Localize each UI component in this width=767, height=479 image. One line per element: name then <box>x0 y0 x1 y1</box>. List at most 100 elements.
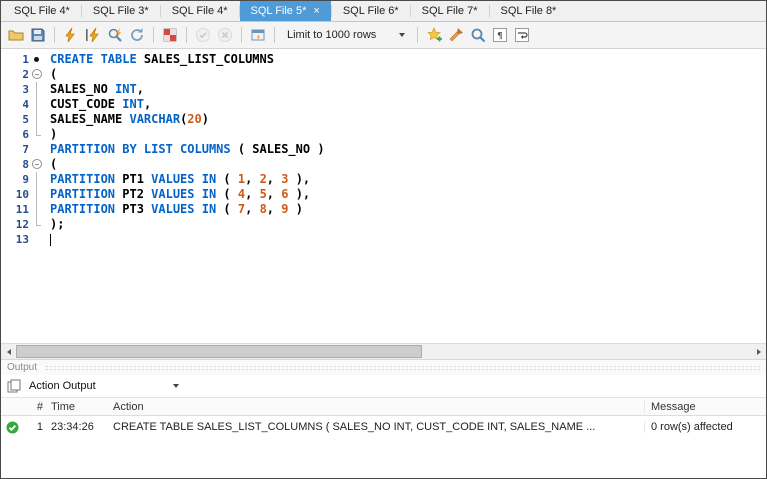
code-area[interactable]: 1 CREATE TABLE SALES_LIST_COLUMNS 2(3 SALES… <box>1 52 766 247</box>
gutter-marker <box>29 97 45 112</box>
execute-current-icon[interactable] <box>83 25 103 45</box>
line-number: 7 <box>22 143 29 156</box>
toolbar-separator <box>54 27 55 43</box>
toolbar-separator <box>186 27 187 43</box>
code-line-4[interactable]: 4 CUST_CODE INT, <box>1 97 766 112</box>
editor-toolbar: Limit to 1000 rows ¶ <box>1 22 766 49</box>
gutter-marker <box>29 112 45 127</box>
code-line-6[interactable]: 6) <box>1 127 766 142</box>
toolbar-separator <box>417 27 418 43</box>
right-arrow-icon <box>756 348 761 355</box>
output-panel-header: Output <box>1 359 766 375</box>
horizontal-scrollbar[interactable] <box>1 343 766 359</box>
line-number: 4 <box>22 98 29 111</box>
tab-sql-file-3-1[interactable]: SQL File 3* <box>82 1 160 21</box>
output-selector-value: Action Output <box>29 380 96 392</box>
line-number: 11 <box>15 203 29 216</box>
text-cursor <box>50 233 51 246</box>
code-line-1[interactable]: 1 CREATE TABLE SALES_LIST_COLUMNS <box>1 52 766 67</box>
line-number: 13 <box>15 233 29 246</box>
success-icon <box>1 421 23 434</box>
gutter-marker <box>29 142 45 157</box>
code-text: CUST_CODE INT, <box>50 97 152 111</box>
chevron-down-icon <box>399 33 405 37</box>
tab-bar: SQL File 4* SQL File 3* SQL File 4* SQL Fil… <box>1 1 766 22</box>
autocommit-icon[interactable] <box>248 25 268 45</box>
invisible-characters-icon[interactable]: ¶ <box>490 25 510 45</box>
gutter-marker <box>29 127 45 142</box>
open-script-icon[interactable] <box>6 25 26 45</box>
scroll-right-button[interactable] <box>751 344 766 359</box>
tab-sql-file-7-5[interactable]: SQL File 7* <box>411 1 489 21</box>
output-grid: # Time Action Message 1 23:34:26 CREATE TABLE… <box>1 397 766 438</box>
save-script-icon[interactable] <box>28 25 48 45</box>
gutter-marker <box>29 172 45 187</box>
tab-label: SQL File 6* <box>342 5 399 17</box>
code-line-12[interactable]: 12); <box>1 217 766 232</box>
row-time: 23:34:26 <box>51 421 94 433</box>
sql-editor[interactable]: 1 CREATE TABLE SALES_LIST_COLUMNS 2(3 SALES… <box>1 49 766 343</box>
output-type-icon <box>7 379 21 393</box>
output-row[interactable]: 1 23:34:26 CREATE TABLE SALES_LIST_COLUMNS… <box>1 416 766 438</box>
scroll-left-button[interactable] <box>1 344 16 359</box>
header-time: Time <box>51 400 76 413</box>
output-toolbar: Action Output <box>1 375 766 397</box>
scrollbar-thumb[interactable] <box>16 345 423 358</box>
rollback-icon <box>215 25 235 45</box>
code-text: SALES_NO INT, <box>50 82 144 96</box>
tab-close-icon[interactable]: × <box>313 5 319 17</box>
code-line-2[interactable]: 2( <box>1 67 766 82</box>
stop-on-error-icon[interactable] <box>160 25 180 45</box>
code-line-11[interactable]: 11 PARTITION PT3 VALUES IN ( 7, 8, 9 ) <box>1 202 766 217</box>
code-line-7[interactable]: 7 PARTITION BY LIST COLUMNS ( SALES_NO ) <box>1 142 766 157</box>
explain-icon[interactable] <box>105 25 125 45</box>
header-num: # <box>36 400 43 413</box>
tab-sql-file-4-2[interactable]: SQL File 4* <box>161 1 239 21</box>
line-number: 6 <box>22 128 29 141</box>
limit-rows-value: Limit to 1000 rows <box>287 29 377 41</box>
tab-sql-file-8-6[interactable]: SQL File 8* <box>490 1 568 21</box>
wrap-text-icon[interactable] <box>512 25 532 45</box>
fold-collapse-icon[interactable] <box>29 67 45 82</box>
reconnect-icon[interactable] <box>127 25 147 45</box>
line-number: 5 <box>22 113 29 126</box>
code-line-10[interactable]: 10 PARTITION PT2 VALUES IN ( 4, 5, 6 ), <box>1 187 766 202</box>
code-line-3[interactable]: 3 SALES_NO INT, <box>1 82 766 97</box>
line-number: 9 <box>22 173 29 186</box>
execute-icon[interactable] <box>61 25 81 45</box>
header-action: Action <box>113 400 144 413</box>
line-number: 12 <box>15 218 29 231</box>
tab-label: SQL File 4* <box>171 5 228 17</box>
find-icon[interactable] <box>468 25 488 45</box>
limit-rows-dropdown[interactable]: Limit to 1000 rows <box>281 28 411 42</box>
tab-label: SQL File 5* <box>250 5 307 17</box>
line-number: 2 <box>22 68 29 81</box>
row-action: CREATE TABLE SALES_LIST_COLUMNS ( SALES_… <box>113 421 596 433</box>
output-grid-header: # Time Action Message <box>1 397 766 416</box>
line-number: 3 <box>22 83 29 96</box>
toolbar-separator <box>274 27 275 43</box>
tab-sql-file-6-4[interactable]: SQL File 6* <box>332 1 410 21</box>
code-text: ( <box>50 67 58 81</box>
scrollbar-track[interactable] <box>16 344 751 359</box>
code-line-8[interactable]: 8( <box>1 157 766 172</box>
code-line-5[interactable]: 5 SALES_NAME VARCHAR(20) <box>1 112 766 127</box>
output-grid-body: 1 23:34:26 CREATE TABLE SALES_LIST_COLUMNS… <box>1 416 766 438</box>
fold-collapse-icon[interactable] <box>29 157 45 172</box>
gutter-marker <box>29 187 45 202</box>
beautify-icon[interactable] <box>446 25 466 45</box>
line-number: 10 <box>15 188 29 201</box>
save-snippet-icon[interactable] <box>424 25 444 45</box>
tab-sql-file-5-3[interactable]: SQL File 5* × <box>239 1 331 21</box>
commit-icon <box>193 25 213 45</box>
statement-marker-icon <box>29 52 45 67</box>
code-line-13[interactable]: 13 <box>1 232 766 247</box>
tab-label: SQL File 3* <box>92 5 149 17</box>
tab-sql-file-4-0[interactable]: SQL File 4* <box>3 1 81 21</box>
output-type-selector[interactable]: Action Output <box>29 380 179 392</box>
bottom-spacer <box>1 438 766 478</box>
mysql-workbench-window: SQL File 4* SQL File 3* SQL File 4* SQL Fil… <box>0 0 767 479</box>
code-line-9[interactable]: 9 PARTITION PT1 VALUES IN ( 1, 2, 3 ), <box>1 172 766 187</box>
code-text: SALES_NAME VARCHAR(20) <box>50 112 209 126</box>
gutter-marker <box>29 82 45 97</box>
